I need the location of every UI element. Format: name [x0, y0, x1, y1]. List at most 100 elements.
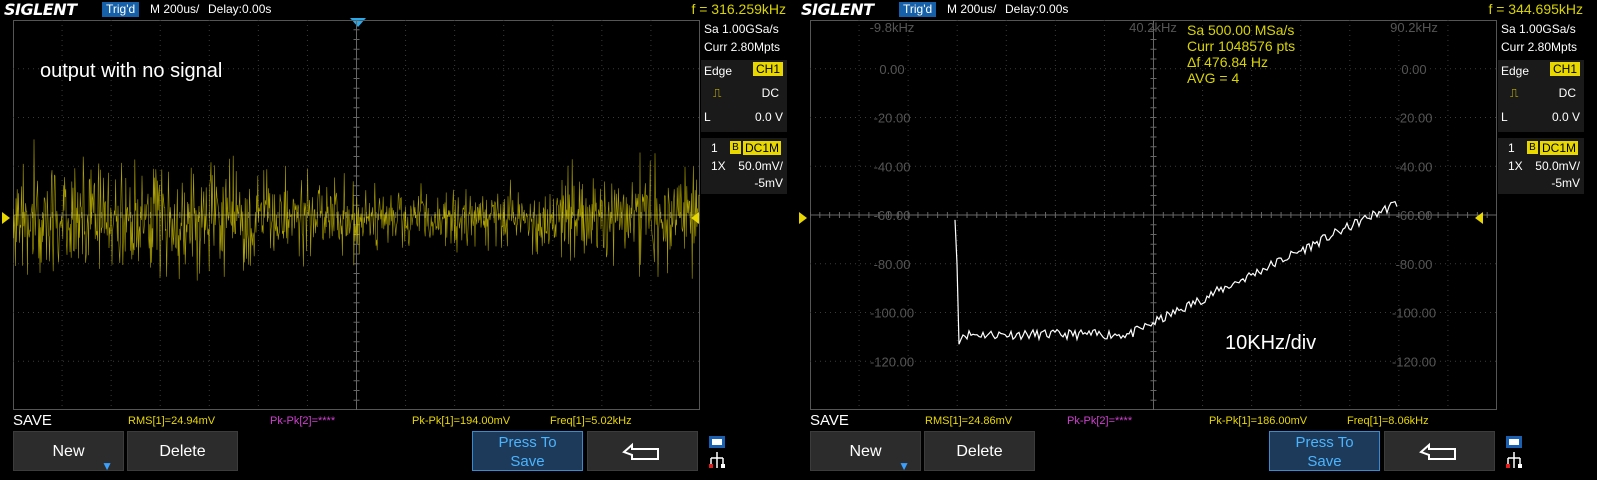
new-button[interactable]: New ▼ [810, 431, 921, 473]
db-axis-label: -100.00 [1392, 306, 1436, 321]
fft-info-block: Sa 500.00 MSa/s Curr 1048576 pts Δf 476.… [1187, 22, 1295, 86]
side-panel: Sa 1.00GSa/s Curr 2.80Mpts Edge CH1 ⎍ DC… [1498, 20, 1587, 480]
measurement-rms: RMS[1]=24.94mV [128, 415, 216, 427]
brand-logo: SIGLENT [801, 0, 874, 19]
bandwidth-limit-badge: B [1527, 141, 1538, 154]
trigger-status-badge: Trig'd [899, 2, 937, 17]
fft-points: Curr 1048576 pts [1187, 38, 1296, 54]
memory-depth: Curr 2.80Mpts [1501, 40, 1578, 54]
menu-title: SAVE [13, 412, 52, 429]
new-button-label: New [849, 443, 882, 460]
db-axis-label: -120.00 [1392, 354, 1436, 369]
annotation-text: output with no signal [40, 60, 223, 82]
trigger-level-marker-icon[interactable] [1475, 212, 1483, 224]
timebase-readout[interactable]: M 200us/ [150, 2, 199, 16]
volts-per-div: 50.0mV/ [1535, 159, 1580, 173]
freq-axis-label: -9.8kHz [870, 20, 915, 35]
scope-screen-left: SIGLENT Trig'd M 200us/ Delay:0.00s f = … [0, 0, 790, 480]
rising-edge-icon: ⎍ [713, 86, 722, 100]
back-button[interactable] [1384, 431, 1495, 471]
measurement-pkpk2: Pk-Pk[2]=**** [1067, 415, 1133, 427]
scope-screen-right: SIGLENT Trig'd M 200us/ Delay:0.00s f = … [797, 0, 1587, 480]
trigger-source-badge: CH1 [752, 62, 783, 76]
return-arrow-icon [621, 442, 659, 460]
press-to-save-button[interactable]: Press To Save [1269, 431, 1380, 471]
channel-number: 1 [711, 141, 718, 155]
menu-title: SAVE [810, 412, 849, 429]
fft-sample-rate: Sa 500.00 MSa/s [1187, 22, 1295, 38]
usb-network-icon [1506, 436, 1522, 468]
trigger-level-label: L [704, 110, 711, 124]
measurement-freq: Freq[1]=8.06kHz [1347, 415, 1429, 427]
delay-readout[interactable]: Delay:0.00s [208, 2, 271, 16]
freq-axis-label: 90.2kHz [1390, 20, 1438, 35]
chevron-down-icon: ▼ [898, 459, 910, 473]
channel1-box[interactable]: 1 B DC1M 1X 50.0mV/ -5mV [701, 138, 787, 194]
press-to-save-line1: Press To [498, 434, 557, 451]
back-button[interactable] [587, 431, 698, 471]
delete-button-label: Delete [956, 443, 1003, 460]
delete-button-label: Delete [159, 443, 206, 460]
side-panel: Sa 1.00GSa/s Curr 2.80Mpts Edge CH1 ⎍ DC… [701, 20, 790, 480]
sample-rate: Sa 1.00GSa/s [1501, 22, 1576, 36]
ch1-offset-marker-icon[interactable] [2, 212, 10, 224]
delete-button[interactable]: Delete [924, 431, 1035, 471]
new-button-label: New [52, 443, 85, 460]
probe-ratio: 1X [1508, 159, 1523, 173]
top-status-bar: SIGLENT Trig'd M 200us/ Delay:0.00s f = … [797, 0, 1587, 20]
impedance-badge: DC1M [743, 141, 782, 155]
impedance-badge: DC1M [1540, 141, 1579, 155]
db-axis-label: 0.00 [879, 62, 904, 77]
trigger-coupling: DC [1558, 86, 1576, 100]
db-axis-label: -80.00 [874, 257, 911, 272]
measurement-pkpk1: Pk-Pk[1]=186.00mV [1209, 415, 1308, 427]
chevron-down-icon: ▼ [101, 459, 113, 473]
softkey-bar: New ▼ Delete Press To Save [0, 430, 790, 480]
press-to-save-line1: Press To [1295, 434, 1354, 451]
probe-ratio: 1X [711, 159, 726, 173]
measurement-pkpk2: Pk-Pk[2]=**** [270, 415, 336, 427]
trigger-level-value: 0.0 V [1551, 110, 1580, 124]
trigger-type: Edge [704, 64, 733, 78]
frequency-counter: f = 344.695kHz [1488, 1, 1583, 17]
db-axis-label: -100.00 [870, 306, 914, 321]
delay-readout[interactable]: Delay:0.00s [1005, 2, 1068, 16]
db-axis-label: -40.00 [874, 159, 911, 174]
fft-delta-f: Δf 476.84 Hz [1187, 54, 1268, 70]
top-status-bar: SIGLENT Trig'd M 200us/ Delay:0.00s f = … [0, 0, 790, 20]
trigger-type: Edge [1501, 64, 1530, 78]
frequency-counter: f = 316.259kHz [691, 1, 786, 17]
db-axis-label: -60.00 [1396, 208, 1433, 223]
fft-spectrum-trace [954, 200, 1398, 345]
measurement-bar: SAVE RMS[1]=24.94mV Pk-Pk[2]=**** Pk-Pk[… [0, 410, 700, 430]
press-to-save-line2: Save [1307, 453, 1342, 470]
trigger-level-value: 0.0 V [754, 110, 783, 124]
channel1-box[interactable]: 1 B DC1M 1X 50.0mV/ -5mV [1498, 138, 1584, 194]
memory-depth: Curr 2.80Mpts [704, 40, 781, 54]
measurement-bar: SAVE RMS[1]=24.86mV Pk-Pk[2]=**** Pk-Pk[… [797, 410, 1497, 430]
softkey-bar: New ▼ Delete Press To Save [797, 430, 1587, 480]
press-to-save-line2: Save [510, 453, 545, 470]
trigger-level-marker-icon[interactable] [691, 212, 699, 224]
delete-button[interactable]: Delete [127, 431, 238, 471]
trigger-level-label: L [1501, 110, 1508, 124]
db-axis-label: -20.00 [1396, 111, 1433, 126]
trigger-status-badge: Trig'd [102, 2, 140, 17]
db-axis-label: 0.00 [1401, 62, 1426, 77]
press-to-save-button[interactable]: Press To Save [472, 431, 583, 471]
trigger-box[interactable]: Edge CH1 ⎍ DC L 0.0 V [1498, 60, 1584, 132]
db-axis-label: -80.00 [1396, 257, 1433, 272]
ch1-offset-marker-icon[interactable] [799, 212, 807, 224]
db-axis-label: -20.00 [874, 111, 911, 126]
trigger-coupling: DC [761, 86, 779, 100]
measurement-freq: Freq[1]=5.02kHz [550, 415, 632, 427]
new-button[interactable]: New ▼ [13, 431, 124, 473]
fft-average: AVG = 4 [1187, 70, 1240, 86]
fft-grid[interactable]: -9.8kHz 40.2kHz 90.2kHz 0.00 0.00 -20.00 -20.0… [810, 20, 1497, 410]
measurement-pkpk1: Pk-Pk[1]=194.00mV [412, 415, 511, 427]
timebase-readout[interactable]: M 200us/ [947, 2, 996, 16]
db-axis-label: -60.00 [874, 208, 911, 223]
channel-number: 1 [1508, 141, 1515, 155]
brand-logo: SIGLENT [4, 0, 77, 19]
trigger-box[interactable]: Edge CH1 ⎍ DC L 0.0 V [701, 60, 787, 132]
